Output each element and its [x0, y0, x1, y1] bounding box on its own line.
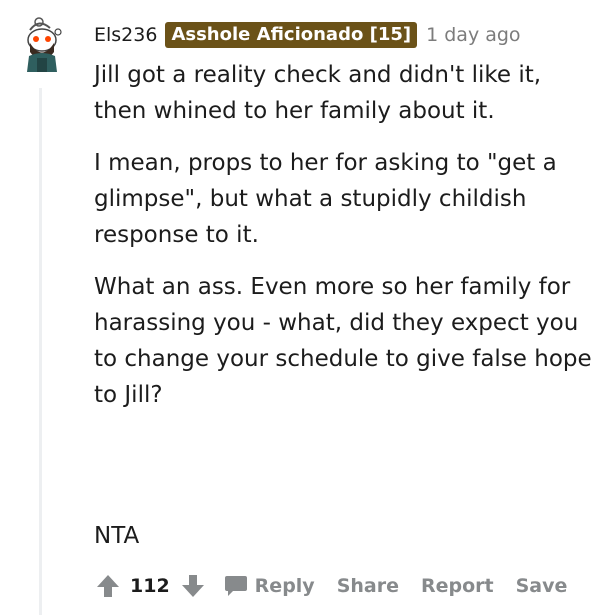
thread-line[interactable]	[39, 88, 42, 615]
comment-paragraph-2: I mean, props to her for asking to "get …	[94, 150, 557, 248]
avatar[interactable]	[20, 16, 68, 72]
timestamp[interactable]: 1 day ago	[426, 24, 520, 46]
share-button[interactable]: Share	[337, 575, 399, 597]
snoo-avatar-icon	[27, 17, 62, 72]
username[interactable]: Els236	[94, 24, 157, 46]
arrow-down-icon	[181, 575, 204, 597]
comment-paragraph-3: What an ass. Even more so her family for…	[94, 274, 592, 408]
comment-verdict: NTA	[94, 523, 140, 549]
speech-bubble-icon	[223, 574, 249, 598]
arrow-up-icon	[97, 575, 119, 597]
comment-paragraph-1: Jill got a reality check and didn't like…	[94, 62, 542, 124]
user-flair: Asshole Aficionado [15]	[165, 22, 418, 48]
comment-body: Jill got a reality check and didn't like…	[94, 57, 594, 429]
comment-actions: 112 Reply Share Report Save	[94, 568, 567, 604]
report-button[interactable]: Report	[421, 575, 494, 597]
upvote-button[interactable]	[94, 572, 122, 600]
comment: Els236 Asshole Aficionado [15] 1 day ago…	[0, 0, 613, 615]
comment-header: Els236 Asshole Aficionado [15] 1 day ago	[94, 20, 521, 50]
reply-label: Reply	[254, 575, 315, 597]
share-label: Share	[336, 575, 399, 597]
downvote-button[interactable]	[179, 572, 207, 600]
report-label: Report	[420, 575, 494, 597]
reply-button[interactable]: Reply	[223, 574, 315, 598]
save-label: Save	[515, 575, 568, 597]
vote-count: 112	[130, 575, 170, 597]
save-button[interactable]: Save	[516, 575, 568, 597]
